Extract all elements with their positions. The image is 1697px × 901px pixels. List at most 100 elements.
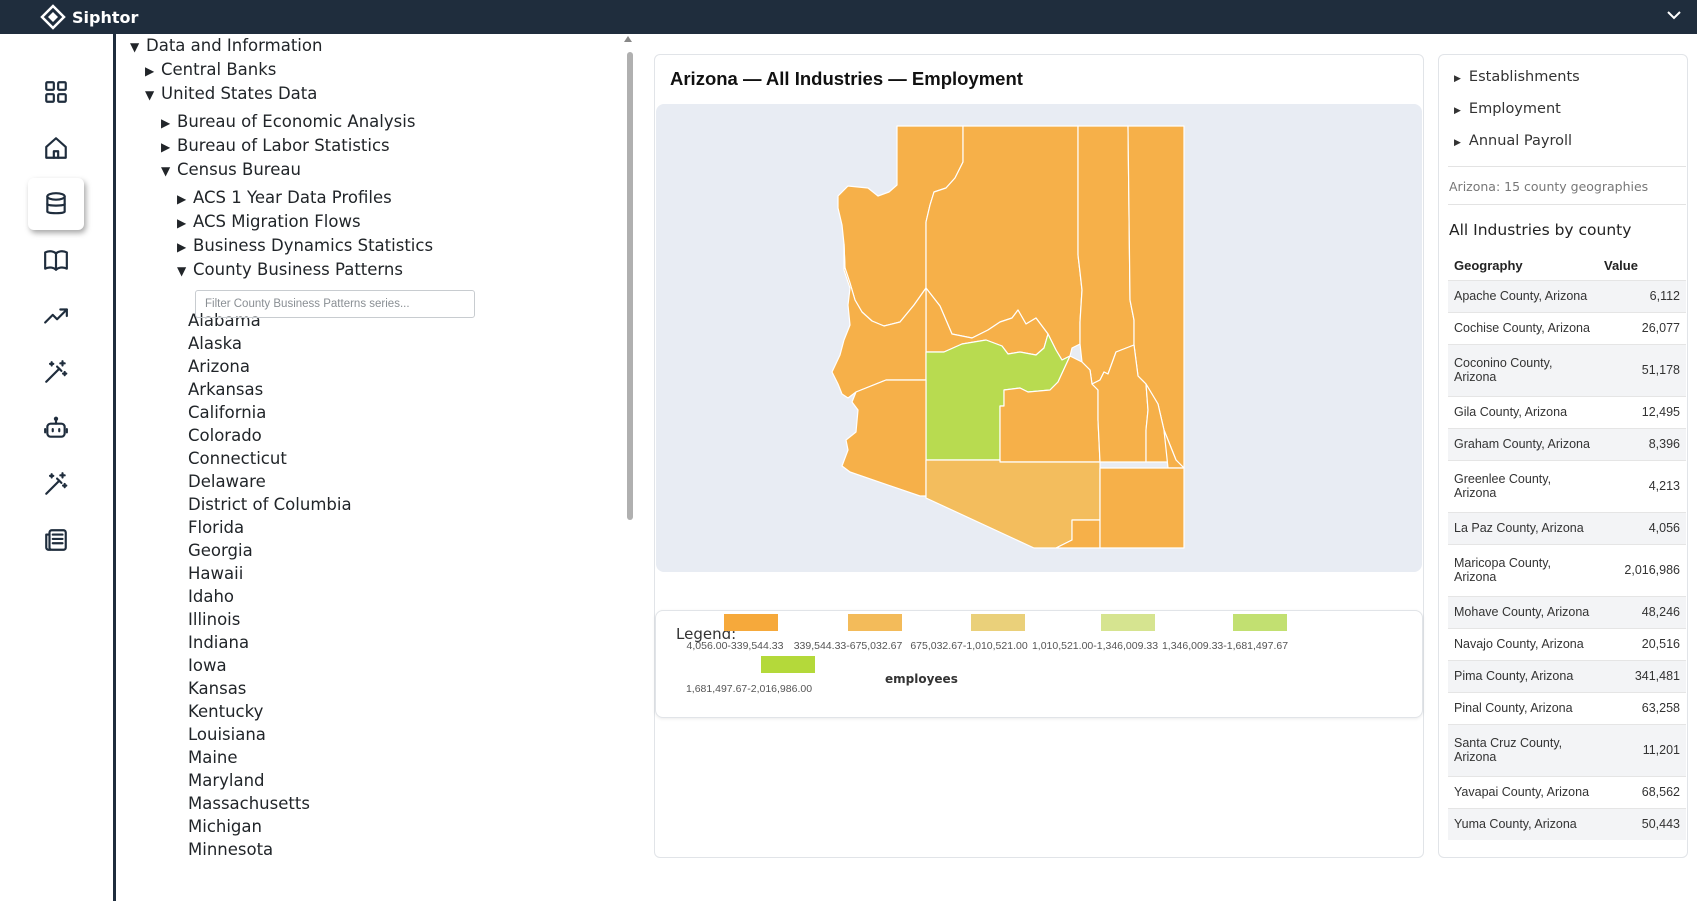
cell-geography: Yuma County, Arizona: [1448, 807, 1598, 840]
table-row[interactable]: Cochise County, Arizona 26,077: [1448, 311, 1686, 344]
state-item[interactable]: Indiana: [188, 631, 249, 655]
nav-trends[interactable]: [28, 290, 84, 342]
table-row[interactable]: Navajo County, Arizona 20,516: [1448, 627, 1686, 660]
tree-node-acs-migration[interactable]: ▶ ACS Migration Flows: [177, 210, 361, 234]
legend-swatch: [971, 614, 1025, 631]
tree-node-cbp[interactable]: ▼ County Business Patterns: [177, 258, 403, 282]
county-yuma[interactable]: [841, 379, 927, 497]
tree-node-bls[interactable]: ▶ Bureau of Labor Statistics: [161, 134, 390, 158]
caret-right-icon: ▶: [1454, 74, 1461, 84]
state-item[interactable]: Kansas: [188, 677, 246, 701]
county-navajo[interactable]: [1077, 125, 1135, 385]
col-value[interactable]: Value: [1598, 252, 1686, 280]
cell-geography: Maricopa County, Arizona: [1448, 543, 1598, 596]
cell-value: 12,495: [1598, 395, 1686, 428]
state-item[interactable]: Illinois: [188, 608, 240, 632]
nav-magic-2[interactable]: [28, 458, 84, 510]
nav-library[interactable]: [28, 234, 84, 286]
cell-geography: Gila County, Arizona: [1448, 395, 1598, 428]
table-row[interactable]: Mohave County, Arizona 48,246: [1448, 595, 1686, 628]
state-item[interactable]: Colorado: [188, 424, 262, 448]
state-item[interactable]: Connecticut: [188, 447, 287, 471]
legend-swatch: [1233, 614, 1287, 631]
cell-value: 63,258: [1598, 691, 1686, 724]
nav-magic[interactable]: [28, 346, 84, 398]
state-item[interactable]: Idaho: [188, 585, 234, 609]
county-cochise[interactable]: [1099, 467, 1185, 549]
nav-bot[interactable]: [28, 402, 84, 454]
geography-count-note: Arizona: 15 county geographies: [1449, 179, 1649, 194]
nav-home[interactable]: [28, 122, 84, 174]
caret-right-icon: ▶: [177, 216, 187, 230]
legend-units: employees: [885, 672, 958, 686]
state-item[interactable]: Kentucky: [188, 700, 263, 724]
table-heading: All Industries by county: [1449, 221, 1632, 239]
table-row[interactable]: Pima County, Arizona 341,481: [1448, 659, 1686, 692]
nav-database[interactable]: [28, 178, 84, 230]
table-row[interactable]: Pinal County, Arizona 63,258: [1448, 691, 1686, 724]
tree-node-acs1[interactable]: ▶ ACS 1 Year Data Profiles: [177, 186, 392, 210]
cell-geography: Coconino County, Arizona: [1448, 343, 1598, 396]
state-item[interactable]: Louisiana: [188, 723, 266, 747]
data-tree: ▼ Data and Information ▶ Central Banks ▼ Un…: [120, 34, 630, 901]
table-row[interactable]: Gila County, Arizona 12,495: [1448, 395, 1686, 428]
brand[interactable]: Siphtor: [40, 4, 138, 30]
tree-scroll-thumb[interactable]: [627, 52, 633, 520]
state-item[interactable]: Georgia: [188, 539, 253, 563]
series-filter-input[interactable]: Filter County Business Patterns series..…: [195, 290, 475, 318]
tree-node-central-banks[interactable]: ▶ Central Banks: [145, 58, 276, 82]
tree-node-census-bureau[interactable]: ▼ Census Bureau: [161, 158, 301, 182]
caret-down-icon: ▼: [177, 264, 187, 278]
cell-geography: Pinal County, Arizona: [1448, 691, 1598, 724]
state-item[interactable]: Massachusetts: [188, 792, 310, 816]
robot-icon: [44, 416, 68, 438]
tree-node-united-states-data[interactable]: ▼ United States Data: [145, 82, 317, 106]
cell-value: 48,246: [1598, 595, 1686, 628]
table-row[interactable]: Maricopa County, Arizona 2,016,986: [1448, 543, 1686, 596]
tree-node-data-and-information[interactable]: ▼ Data and Information: [130, 34, 322, 58]
cell-value: 2,016,986: [1598, 543, 1686, 596]
table-row[interactable]: Apache County, Arizona 6,112: [1448, 279, 1686, 312]
state-item[interactable]: Maine: [188, 746, 238, 770]
state-item[interactable]: Arizona: [188, 355, 250, 379]
cell-geography: Navajo County, Arizona: [1448, 627, 1598, 660]
state-item[interactable]: Arkansas: [188, 378, 263, 402]
caret-right-icon: ▶: [161, 140, 171, 154]
table-row[interactable]: Santa Cruz County, Arizona 11,201: [1448, 723, 1686, 776]
state-item[interactable]: Minnesota: [188, 838, 273, 862]
caret-right-icon: ▶: [161, 116, 171, 130]
table-row[interactable]: La Paz County, Arizona 4,056: [1448, 511, 1686, 544]
link-employment[interactable]: ▶ Employment: [1454, 101, 1561, 117]
state-item[interactable]: Florida: [188, 516, 244, 540]
tree-node-bds[interactable]: ▶ Business Dynamics Statistics: [177, 234, 433, 258]
nav-news[interactable]: [28, 514, 84, 566]
cell-value: 26,077: [1598, 311, 1686, 344]
cell-geography: Cochise County, Arizona: [1448, 311, 1598, 344]
state-item[interactable]: California: [188, 401, 266, 425]
caret-down-icon: ▼: [161, 164, 171, 178]
database-icon: [46, 192, 66, 215]
table-row[interactable]: Greenlee County, Arizona 4,213: [1448, 459, 1686, 512]
nav-dashboard[interactable]: [28, 66, 84, 118]
chevron-down-icon[interactable]: [1665, 6, 1683, 24]
scroll-up-arrow-icon[interactable]: [624, 36, 632, 42]
cell-geography: Pima County, Arizona: [1448, 659, 1598, 692]
link-annual-payroll[interactable]: ▶ Annual Payroll: [1454, 133, 1572, 149]
cell-value: 51,178: [1598, 343, 1686, 396]
table-row[interactable]: Yuma County, Arizona 50,443: [1448, 807, 1686, 840]
state-item[interactable]: Iowa: [188, 654, 227, 678]
table-row[interactable]: Graham County, Arizona 8,396: [1448, 427, 1686, 460]
col-geography[interactable]: Geography: [1448, 252, 1598, 280]
state-item[interactable]: District of Columbia: [188, 493, 352, 517]
state-item[interactable]: Michigan: [188, 815, 262, 839]
link-establishments[interactable]: ▶ Establishments: [1454, 69, 1580, 85]
tree-node-bea[interactable]: ▶ Bureau of Economic Analysis: [161, 110, 415, 134]
state-item[interactable]: Hawaii: [188, 562, 243, 586]
state-item[interactable]: Delaware: [188, 470, 266, 494]
cell-value: 11,201: [1598, 723, 1686, 776]
table-row[interactable]: Yavapai County, Arizona 68,562: [1448, 775, 1686, 808]
legend-range-label: 4,056.00-339,544.33: [686, 640, 784, 652]
state-item[interactable]: Maryland: [188, 769, 265, 793]
state-item[interactable]: Alaska: [188, 332, 242, 356]
table-row[interactable]: Coconino County, Arizona 51,178: [1448, 343, 1686, 396]
